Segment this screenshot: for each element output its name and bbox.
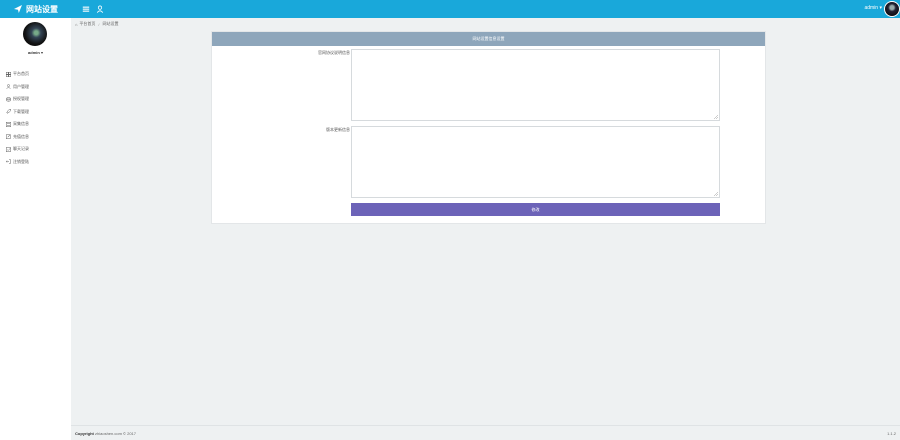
database-icon	[6, 96, 11, 102]
agreement-label: 官网协议说明信息	[318, 50, 350, 55]
top-user-menu[interactable]: admin ▾	[864, 5, 882, 11]
breadcrumb-separator: /	[98, 21, 100, 27]
footer: Copyright zhiaoshen.com © 2017 1.1.2	[71, 425, 900, 440]
copyright-text: zhiaoshen.com © 2017	[95, 431, 136, 436]
sidebar-item-label: 聊天记录	[13, 146, 29, 152]
sidebar-item-logout[interactable]: 注销登陆	[6, 156, 29, 169]
agreement-textarea[interactable]	[351, 49, 720, 121]
sidebar-item-label: 注销登陆	[13, 158, 29, 164]
breadcrumb: ⌂ 平台首页 / 网站设置	[75, 21, 119, 27]
sidebar-item-label: 授权管理	[13, 96, 29, 102]
resize-handle-icon[interactable]	[714, 115, 718, 119]
logout-icon	[6, 159, 11, 164]
resize-handle-icon[interactable]	[714, 192, 718, 196]
breadcrumb-home[interactable]: 平台首页	[79, 21, 95, 27]
grid-icon	[6, 71, 11, 77]
sidebar-item-label: 充值信息	[13, 133, 29, 139]
submit-button[interactable]: 修改	[351, 203, 720, 216]
brand-title: 网站设置	[26, 4, 58, 14]
sidebar-item-label: 用户管理	[13, 83, 29, 89]
panel-title: 网站设置信息设置	[212, 32, 765, 46]
version-label: 版本更新信息	[326, 127, 350, 132]
sidebar-item-home[interactable]: 平台首页	[6, 68, 29, 81]
edit-icon	[6, 134, 11, 140]
menu-toggle-icon[interactable]	[82, 5, 90, 13]
rocket-icon	[6, 109, 11, 115]
sidebar-item-users[interactable]: 用户管理	[6, 81, 29, 94]
home-icon: ⌂	[75, 21, 78, 27]
sidebar-item-collect[interactable]: 采集信息	[6, 118, 29, 131]
paper-plane-icon	[14, 5, 22, 13]
sidebar-item-chat[interactable]: 聊天记录	[6, 143, 29, 156]
top-navbar: 网站设置 admin ▾	[0, 0, 900, 18]
sidebar: admin ▾ 平台首页 用户管理 授权管理 下载管理 采集信息 充值信息 聊天…	[0, 18, 71, 440]
sidebar-username[interactable]: admin ▾	[0, 50, 71, 55]
user-icon[interactable]	[96, 5, 104, 13]
top-avatar[interactable]	[884, 1, 900, 17]
footer-copyright: Copyright zhiaoshen.com © 2017	[75, 431, 136, 436]
brand[interactable]: 网站设置	[0, 0, 72, 18]
sidebar-item-label: 下载管理	[13, 108, 29, 114]
sidebar-item-download[interactable]: 下载管理	[6, 106, 29, 119]
breadcrumb-current: 网站设置	[102, 21, 119, 26]
sidebar-nav: 平台首页 用户管理 授权管理 下载管理 采集信息 充值信息 聊天记录 注销登陆	[6, 68, 29, 168]
sidebar-item-recharge[interactable]: 充值信息	[6, 131, 29, 144]
list-icon	[6, 121, 11, 127]
version-textarea[interactable]	[351, 126, 720, 198]
user-icon	[6, 84, 11, 90]
settings-panel: 网站设置信息设置 官网协议说明信息 版本更新信息 修改	[211, 31, 766, 224]
sidebar-item-label: 采集信息	[13, 121, 29, 127]
footer-version: 1.1.2	[887, 431, 896, 436]
sidebar-avatar	[23, 22, 47, 46]
copyright-label: Copyright	[75, 431, 94, 436]
sidebar-item-label: 平台首页	[13, 71, 29, 77]
checkbox-icon	[6, 147, 11, 152]
sidebar-item-auth[interactable]: 授权管理	[6, 93, 29, 106]
